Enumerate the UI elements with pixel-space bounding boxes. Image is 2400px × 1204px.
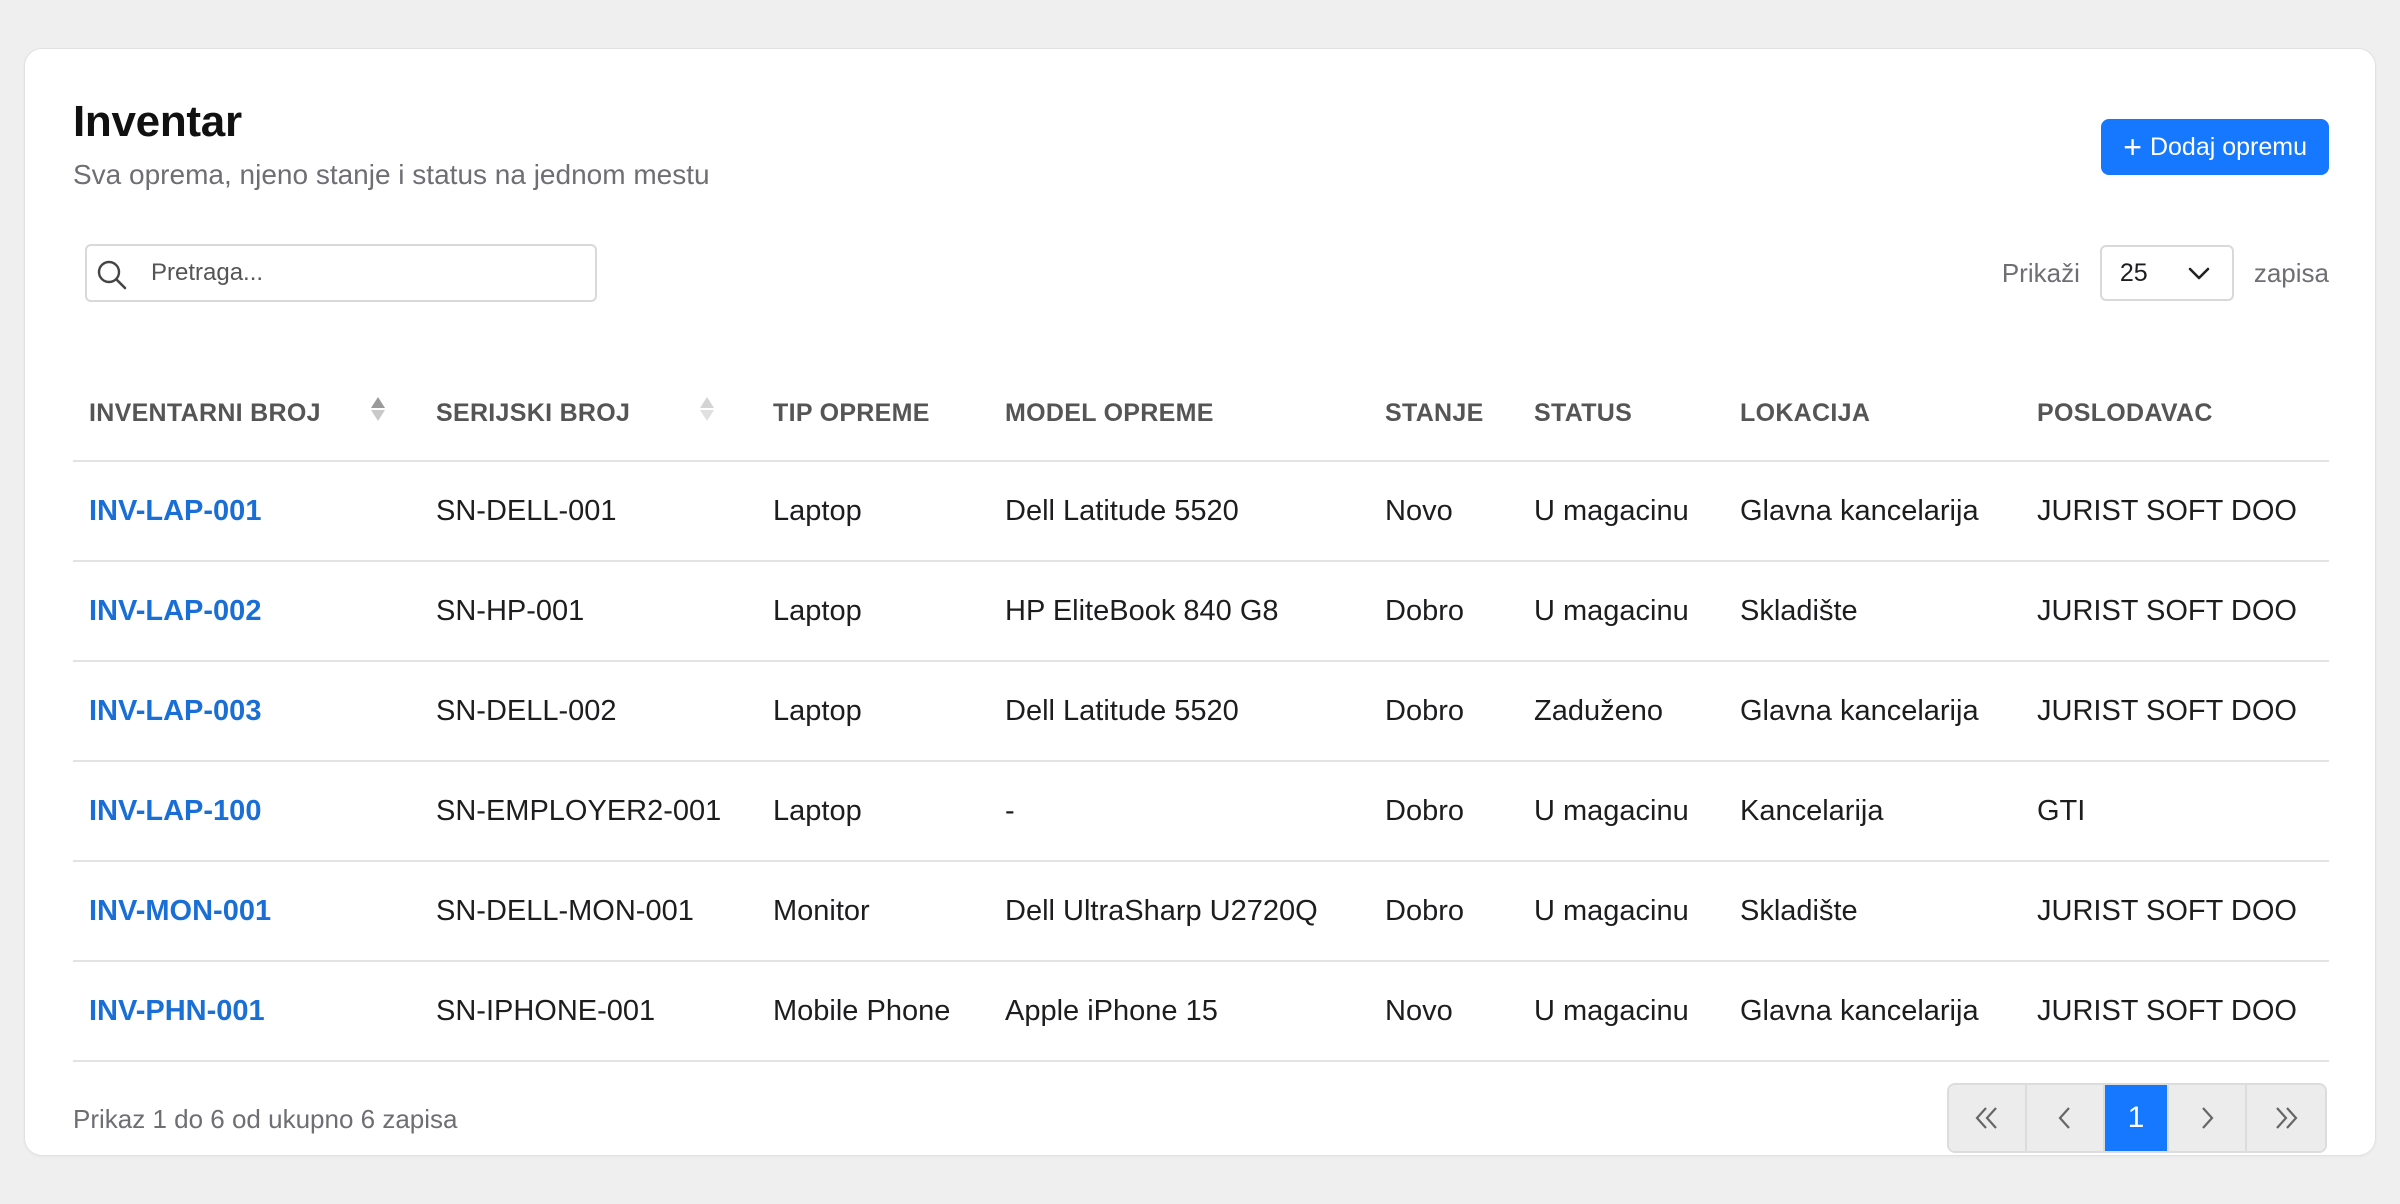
previous-page-button[interactable]: [2027, 1085, 2105, 1151]
cell-status: U magacinu: [1518, 961, 1724, 1062]
cell-location: Kancelarija: [1724, 761, 2021, 862]
cell-inventory-number: INV-LAP-100: [73, 761, 420, 862]
cell-equipment-model: Dell Latitude 5520: [989, 461, 1369, 562]
page-size-suffix: zapisa: [2253, 257, 2329, 288]
chevron-left-icon: [2058, 1107, 2070, 1129]
cell-serial-number: SN-DELL-MON-001: [420, 861, 757, 962]
table-row: INV-MON-001 SN-DELL-MON-001 Monitor Dell…: [73, 861, 2329, 962]
cell-location: Glavna kancelarija: [1724, 461, 2021, 562]
table-row: INV-LAP-003 SN-DELL-002 Laptop Dell Lati…: [73, 661, 2329, 762]
search-box: [85, 244, 597, 302]
cell-equipment-type: Mobile Phone: [757, 961, 989, 1062]
chevron-down-icon: [2188, 259, 2210, 288]
table-row: INV-LAP-100 SN-EMPLOYER2-001 Laptop - Do…: [73, 761, 2329, 862]
cell-location: Skladište: [1724, 861, 2021, 962]
cell-status: U magacinu: [1518, 561, 1724, 662]
table-row: INV-PHN-001 SN-IPHONE-001 Mobile Phone A…: [73, 961, 2329, 1062]
first-page-button[interactable]: [1949, 1085, 2027, 1151]
chevron-right-icon: [2202, 1107, 2214, 1129]
cell-employer: JURIST SOFT DOO: [2021, 961, 2329, 1062]
table-row: INV-LAP-001 SN-DELL-001 Laptop Dell Lati…: [73, 461, 2329, 562]
cell-equipment-model: Apple iPhone 15: [989, 961, 1369, 1062]
cell-equipment-type: Monitor: [757, 861, 989, 962]
inventory-number-link[interactable]: INV-LAP-002: [89, 595, 261, 627]
cell-serial-number: SN-IPHONE-001: [420, 961, 757, 1062]
cell-status: Zaduženo: [1518, 661, 1724, 762]
cell-status: U magacinu: [1518, 761, 1724, 862]
page-size-select[interactable]: 25: [2099, 245, 2234, 301]
cell-condition: Dobro: [1369, 661, 1518, 762]
cell-equipment-model: HP EliteBook 840 G8: [989, 561, 1369, 662]
add-equipment-label: Dodaj opremu: [2149, 132, 2307, 161]
cell-inventory-number: INV-PHN-001: [73, 961, 420, 1062]
search-input[interactable]: [151, 259, 571, 287]
cell-employer: JURIST SOFT DOO: [2021, 561, 2329, 662]
cell-location: Glavna kancelarija: [1724, 961, 2021, 1062]
cell-equipment-type: Laptop: [757, 661, 989, 762]
column-header-equipment-type: TIP OPREME: [757, 367, 989, 462]
cell-status: U magacinu: [1518, 861, 1724, 962]
cell-condition: Dobro: [1369, 561, 1518, 662]
next-page-button[interactable]: [2169, 1085, 2247, 1151]
sort-icon[interactable]: [700, 397, 714, 421]
cell-status: U magacinu: [1518, 461, 1724, 562]
cell-condition: Dobro: [1369, 861, 1518, 962]
search-icon: [95, 258, 129, 297]
cell-inventory-number: INV-LAP-003: [73, 661, 420, 762]
plus-icon: +: [2123, 129, 2142, 165]
inventory-number-link[interactable]: INV-LAP-100: [89, 795, 261, 827]
column-header-condition: STANJE: [1369, 367, 1518, 462]
inventory-table: INVENTARNI BROJ SERIJSKI BROJ TIP OPREME…: [73, 367, 2329, 1062]
column-header-serial-number[interactable]: SERIJSKI BROJ: [420, 367, 757, 462]
column-header-status: STATUS: [1518, 367, 1724, 462]
sort-icon[interactable]: [371, 397, 385, 421]
records-info: Prikaz 1 do 6 od ukupno 6 zapisa: [73, 1104, 458, 1134]
last-page-button[interactable]: [2247, 1085, 2325, 1151]
cell-serial-number: SN-HP-001: [420, 561, 757, 662]
double-chevron-left-icon: [1975, 1107, 1997, 1129]
inventory-number-link[interactable]: INV-PHN-001: [89, 995, 265, 1027]
pagination: 1: [1947, 1083, 2327, 1153]
column-header-equipment-model: MODEL OPREME: [989, 367, 1369, 462]
cell-inventory-number: INV-LAP-001: [73, 461, 420, 562]
cell-condition: Novo: [1369, 961, 1518, 1062]
cell-condition: Novo: [1369, 461, 1518, 562]
cell-equipment-model: Dell Latitude 5520: [989, 661, 1369, 762]
column-header-location: LOKACIJA: [1724, 367, 2021, 462]
page-size-prefix: Prikaži: [2001, 257, 2080, 288]
cell-location: Skladište: [1724, 561, 2021, 662]
column-header-employer: POSLODAVAC: [2021, 367, 2329, 462]
cell-equipment-type: Laptop: [757, 561, 989, 662]
page-size-value: 25: [2119, 258, 2148, 287]
cell-employer: JURIST SOFT DOO: [2021, 661, 2329, 762]
inventory-number-link[interactable]: INV-LAP-001: [89, 495, 261, 527]
cell-serial-number: SN-DELL-001: [420, 461, 757, 562]
cell-employer: GTI: [2021, 761, 2329, 862]
cell-serial-number: SN-DELL-002: [420, 661, 757, 762]
table-row: INV-LAP-002 SN-HP-001 Laptop HP EliteBoo…: [73, 561, 2329, 662]
cell-condition: Dobro: [1369, 761, 1518, 862]
cell-equipment-type: Laptop: [757, 761, 989, 862]
cell-equipment-model: -: [989, 761, 1369, 862]
cell-employer: JURIST SOFT DOO: [2021, 461, 2329, 562]
page-subtitle: Sva oprema, njeno stanje i status na jed…: [73, 159, 710, 190]
cell-location: Glavna kancelarija: [1724, 661, 2021, 762]
inventory-card: Inventar Sva oprema, njeno stanje i stat…: [24, 48, 2376, 1156]
inventory-number-link[interactable]: INV-MON-001: [89, 895, 271, 927]
page-size-control: Prikaži 25 zapisa: [2002, 245, 2329, 301]
cell-inventory-number: INV-MON-001: [73, 861, 420, 962]
cell-equipment-type: Laptop: [757, 461, 989, 562]
add-equipment-button[interactable]: + Dodaj opremu: [2101, 119, 2329, 175]
cell-employer: JURIST SOFT DOO: [2021, 861, 2329, 962]
cell-inventory-number: INV-LAP-002: [73, 561, 420, 662]
inventory-number-link[interactable]: INV-LAP-003: [89, 695, 261, 727]
cell-serial-number: SN-EMPLOYER2-001: [420, 761, 757, 862]
column-header-inventory-number[interactable]: INVENTARNI BROJ: [73, 367, 420, 462]
table-header-row: INVENTARNI BROJ SERIJSKI BROJ TIP OPREME…: [73, 367, 2329, 462]
page-title: Inventar: [73, 97, 242, 146]
page-button-current[interactable]: 1: [2105, 1085, 2169, 1151]
cell-equipment-model: Dell UltraSharp U2720Q: [989, 861, 1369, 962]
double-chevron-right-icon: [2276, 1107, 2298, 1129]
